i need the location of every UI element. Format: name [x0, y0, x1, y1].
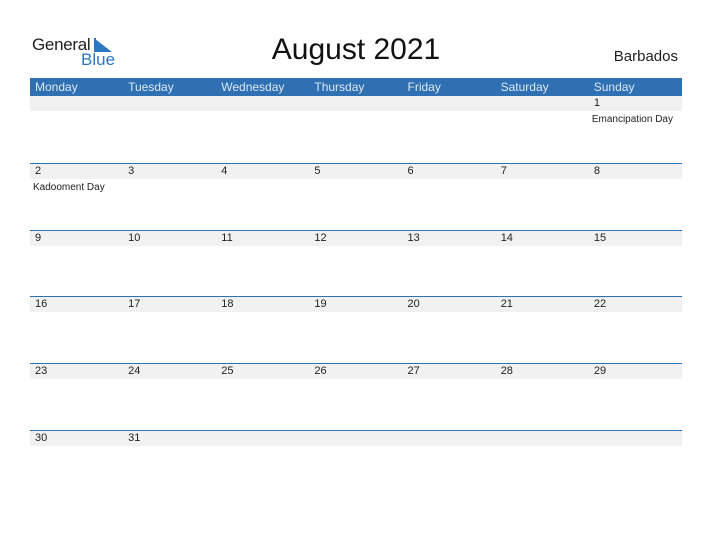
- day-cell: 10: [123, 231, 216, 297]
- day-cell: 4: [216, 164, 309, 230]
- day-number: 27: [407, 365, 420, 377]
- day-cell: [309, 96, 402, 162]
- day-cell: 16: [30, 297, 123, 363]
- day-number: 18: [221, 298, 234, 310]
- day-cell: 28: [496, 364, 589, 430]
- day-number: 2: [35, 165, 42, 177]
- day-number: 9: [35, 232, 42, 244]
- holiday-label: Emancipation Day: [591, 114, 673, 125]
- day-number: 1: [593, 97, 600, 109]
- day-cell: [123, 96, 216, 162]
- day-cell: [403, 431, 496, 497]
- week-row: 30 31: [30, 430, 682, 498]
- week-row: 16 17 18 19 20 21 22: [30, 296, 682, 364]
- day-cell: 5: [309, 164, 402, 230]
- weekday-tuesday: Tuesday: [128, 80, 174, 94]
- day-cell: 3: [123, 164, 216, 230]
- day-number: 26: [314, 365, 327, 377]
- day-cell: 7: [496, 164, 589, 230]
- day-cell: 31: [123, 431, 216, 497]
- day-number: 25: [221, 365, 234, 377]
- day-cell: [216, 96, 309, 162]
- day-cell: 25: [216, 364, 309, 430]
- week-row: 2 Kadooment Day 3 4 5 6 7 8: [30, 163, 682, 231]
- day-cell: [496, 96, 589, 162]
- day-cell: 23: [30, 364, 123, 430]
- day-cell: [216, 431, 309, 497]
- day-number: 20: [407, 298, 420, 310]
- weekday-monday: Monday: [35, 80, 78, 94]
- day-cell: 29: [589, 364, 682, 430]
- day-number: 17: [128, 298, 141, 310]
- day-number: 24: [128, 365, 141, 377]
- day-cell: 26: [309, 364, 402, 430]
- day-number: 15: [593, 232, 607, 244]
- day-number: 7: [500, 165, 507, 177]
- day-number: 6: [407, 165, 414, 177]
- day-cell: [309, 431, 402, 497]
- day-cell: 24: [123, 364, 216, 430]
- day-number: 31: [128, 432, 141, 444]
- day-cell: 30: [30, 431, 123, 497]
- day-number: 23: [35, 365, 48, 377]
- day-number: 28: [500, 365, 513, 377]
- weekday-wednesday: Wednesday: [221, 80, 285, 94]
- day-number: 12: [314, 232, 327, 244]
- day-cell: 11: [216, 231, 309, 297]
- page-title: August 2021: [271, 33, 441, 66]
- day-number: 10: [128, 232, 141, 244]
- day-number: 5: [314, 165, 321, 177]
- day-cell: 17: [123, 297, 216, 363]
- weekday-thursday: Thursday: [314, 80, 365, 94]
- weekday-header: Monday Tuesday Wednesday Thursday Friday…: [30, 78, 682, 96]
- day-number: 8: [593, 165, 600, 177]
- day-cell: 2 Kadooment Day: [30, 164, 123, 230]
- day-number: 22: [593, 298, 607, 310]
- week-row: 23 24 25 26 27 28 29: [30, 363, 682, 431]
- day-cell: [496, 431, 589, 497]
- day-number: 30: [35, 432, 48, 444]
- weekday-sunday: Sunday: [593, 80, 635, 94]
- day-number: 21: [500, 298, 513, 310]
- day-cell: 18: [216, 297, 309, 363]
- day-cell: 21: [496, 297, 589, 363]
- day-number: 13: [407, 232, 420, 244]
- day-cell: 9: [30, 231, 123, 297]
- weekday-saturday: Saturday: [500, 80, 549, 94]
- day-cell: 27: [403, 364, 496, 430]
- day-cell: [589, 431, 682, 497]
- day-number: 14: [500, 232, 513, 244]
- day-cell: 19: [309, 297, 402, 363]
- weekday-friday: Friday: [407, 80, 441, 94]
- holiday-label: Kadooment Day: [33, 182, 105, 193]
- day-cell: [403, 96, 496, 162]
- day-cell: 22: [589, 297, 682, 363]
- day-number: 19: [314, 298, 327, 310]
- day-cell: 15: [589, 231, 682, 297]
- day-cell: 8: [589, 164, 682, 230]
- country-label: Barbados: [613, 48, 678, 65]
- day-number: 11: [221, 232, 233, 244]
- day-cell: 20: [403, 297, 496, 363]
- day-cell: 12: [309, 231, 402, 297]
- week-row: 9 10 11 12 13 14 15: [30, 230, 682, 298]
- week-row: 1 Emancipation Day: [30, 96, 682, 163]
- day-cell: 13: [403, 231, 496, 297]
- day-cell: 14: [496, 231, 589, 297]
- day-number: 29: [593, 365, 607, 377]
- day-cell: 6: [403, 164, 496, 230]
- day-number: 3: [128, 165, 135, 177]
- day-number: 4: [221, 165, 228, 177]
- day-cell: [30, 96, 123, 162]
- day-cell: 1 Emancipation Day: [589, 96, 682, 162]
- day-number: 16: [35, 298, 48, 310]
